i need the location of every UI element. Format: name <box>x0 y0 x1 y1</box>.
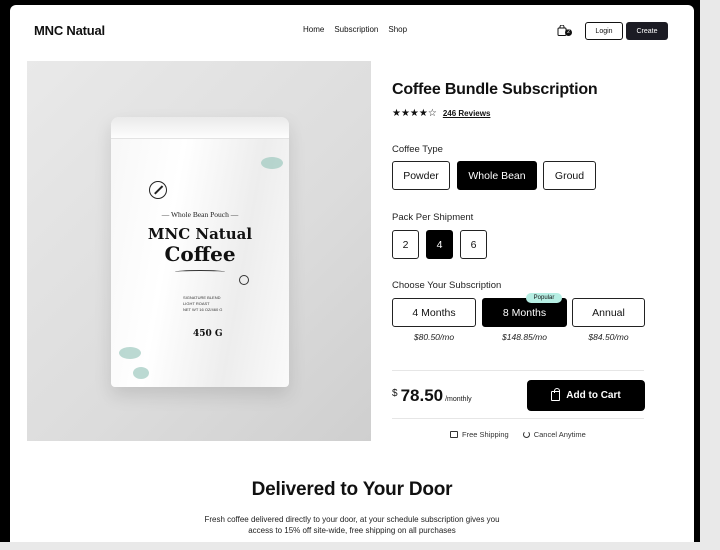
perk-label: Cancel Anytime <box>533 430 586 439</box>
truck-icon <box>450 431 458 438</box>
brand-logo[interactable]: MNC Natual <box>34 23 105 38</box>
main-nav: Home Subscription Shop <box>303 25 407 34</box>
login-button[interactable]: Login <box>585 22 623 40</box>
subscription-price-annual: $84.50/mo <box>588 332 629 342</box>
pouch-squiggle <box>175 270 225 274</box>
nav-home[interactable]: Home <box>303 25 324 34</box>
pouch-seal <box>111 117 289 139</box>
section-description: Fresh coffee delivered directly to your … <box>200 514 504 536</box>
subscription-annual[interactable]: Annual <box>572 298 645 327</box>
cart-count-badge: 2 <box>565 29 572 36</box>
pack-option-2[interactable]: 2 <box>392 230 419 259</box>
pack-label: Pack Per Shipment <box>392 212 474 223</box>
coffee-type-powder[interactable]: Powder <box>392 161 450 190</box>
pack-option-6[interactable]: 6 <box>460 230 487 259</box>
leaf-decoration <box>119 347 141 359</box>
price-amount: 78.50 <box>400 386 444 405</box>
pouch-logo-icon <box>149 181 167 199</box>
pouch-badge-icon <box>239 275 249 285</box>
price: $ 78.50 /monthly <box>392 386 472 406</box>
create-button[interactable]: Create <box>626 22 668 40</box>
divider <box>392 370 644 371</box>
rating: ★★★★☆ 246 Reviews <box>392 108 490 119</box>
perks: Free Shipping Cancel Anytime <box>450 430 586 439</box>
add-to-cart-label: Add to Cart <box>566 390 621 401</box>
coffee-type-whole-bean[interactable]: Whole Bean <box>457 161 537 190</box>
reviews-link[interactable]: 246 Reviews <box>443 109 491 118</box>
cart-button[interactable]: 2 <box>557 23 572 36</box>
perk-free-shipping: Free Shipping <box>450 430 509 439</box>
pack-option-4[interactable]: 4 <box>426 230 453 259</box>
coffee-type-groud[interactable]: Groud <box>543 161 596 190</box>
nav-shop[interactable]: Shop <box>388 25 407 34</box>
divider <box>392 418 644 419</box>
coffee-type-label: Coffee Type <box>392 144 443 155</box>
subscription-price-4-months: $80.50/mo <box>413 332 455 342</box>
section-line: access to 15% off site-wide, free shippi… <box>248 526 456 535</box>
subscription-4-months[interactable]: 4 Months <box>392 298 476 327</box>
product-title: Coffee Bundle Subscription <box>392 81 598 98</box>
subscription-label: Choose Your Subscription <box>392 280 502 291</box>
section-line: Fresh coffee delivered directly to your … <box>204 515 500 524</box>
pouch-weight: 450 G <box>193 329 223 339</box>
product-image: — Whole Bean Pouch — MNC Natual Coffee S… <box>27 61 371 441</box>
nav-subscription[interactable]: Subscription <box>334 25 378 34</box>
pouch-desc-line: NET WT 16 OZ/460 G <box>183 307 223 312</box>
leaf-decoration <box>261 157 283 169</box>
leaf-decoration <box>133 367 149 379</box>
add-to-cart-button[interactable]: Add to Cart <box>527 380 645 411</box>
page: MNC Natual Home Subscription Shop 2 Logi… <box>10 5 694 542</box>
pouch-title: Coffee <box>164 242 236 266</box>
perk-cancel-anytime: Cancel Anytime <box>522 430 586 439</box>
rating-stars-icon: ★★★★☆ <box>392 108 437 119</box>
perk-label: Free Shipping <box>462 430 509 439</box>
popular-badge: Popular <box>526 293 562 303</box>
bag-icon <box>551 387 561 401</box>
coffee-pouch: — Whole Bean Pouch — MNC Natual Coffee S… <box>111 117 289 387</box>
price-currency: $ <box>392 388 398 399</box>
pouch-brand: MNC Natual <box>147 225 253 243</box>
price-period: /monthly <box>445 396 472 403</box>
pouch-subtitle: — Whole Bean Pouch — <box>161 210 239 219</box>
refresh-icon <box>522 431 530 438</box>
pouch-description: SIGNATURE BLEND LIGHT ROAST NET WT 16 OZ… <box>183 295 222 313</box>
section-headline: Delivered to Your Door <box>251 479 453 500</box>
subscription-price-8-months: $148.85/mo <box>502 332 547 342</box>
